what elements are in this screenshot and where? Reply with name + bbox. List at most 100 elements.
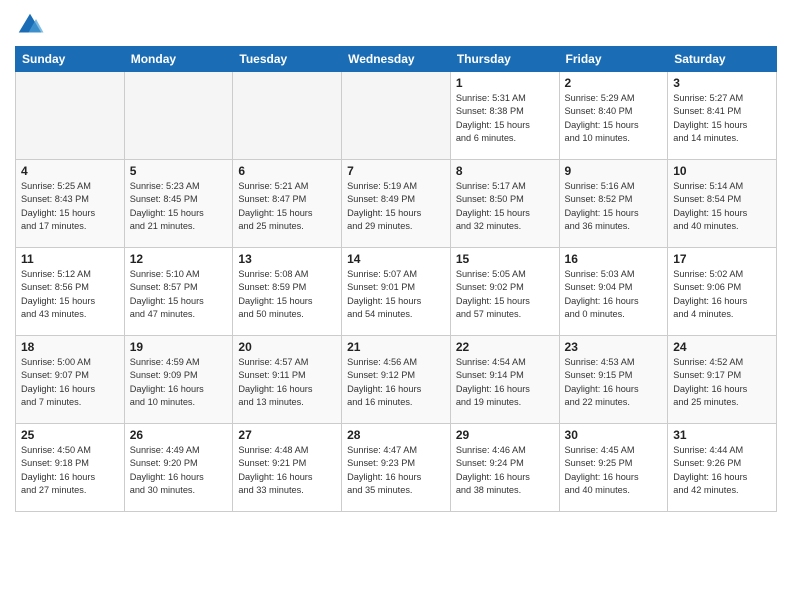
calendar-cell: 20 Sunrise: 4:57 AM Sunset: 9:11 PM Dayli… bbox=[233, 336, 342, 424]
day-detail: Sunrise: 5:10 AM Sunset: 8:57 PM Dayligh… bbox=[130, 268, 228, 321]
calendar-cell: 15 Sunrise: 5:05 AM Sunset: 9:02 PM Dayli… bbox=[450, 248, 559, 336]
day-detail: Sunrise: 5:00 AM Sunset: 9:07 PM Dayligh… bbox=[21, 356, 119, 409]
day-number: 6 bbox=[238, 164, 336, 178]
day-number: 2 bbox=[565, 76, 663, 90]
day-number: 9 bbox=[565, 164, 663, 178]
day-number: 27 bbox=[238, 428, 336, 442]
day-detail: Sunrise: 5:23 AM Sunset: 8:45 PM Dayligh… bbox=[130, 180, 228, 233]
day-number: 15 bbox=[456, 252, 554, 266]
calendar-weekday-tuesday: Tuesday bbox=[233, 47, 342, 72]
day-number: 19 bbox=[130, 340, 228, 354]
calendar-weekday-thursday: Thursday bbox=[450, 47, 559, 72]
calendar-table: SundayMondayTuesdayWednesdayThursdayFrid… bbox=[15, 46, 777, 512]
calendar-cell bbox=[16, 72, 125, 160]
day-number: 17 bbox=[673, 252, 771, 266]
day-number: 29 bbox=[456, 428, 554, 442]
calendar-weekday-wednesday: Wednesday bbox=[342, 47, 451, 72]
day-number: 25 bbox=[21, 428, 119, 442]
calendar-week-row: 4 Sunrise: 5:25 AM Sunset: 8:43 PM Daylig… bbox=[16, 160, 777, 248]
day-detail: Sunrise: 4:49 AM Sunset: 9:20 PM Dayligh… bbox=[130, 444, 228, 497]
calendar-cell: 29 Sunrise: 4:46 AM Sunset: 9:24 PM Dayli… bbox=[450, 424, 559, 512]
day-detail: Sunrise: 5:19 AM Sunset: 8:49 PM Dayligh… bbox=[347, 180, 445, 233]
calendar-cell: 9 Sunrise: 5:16 AM Sunset: 8:52 PM Daylig… bbox=[559, 160, 668, 248]
day-detail: Sunrise: 4:54 AM Sunset: 9:14 PM Dayligh… bbox=[456, 356, 554, 409]
calendar-cell: 16 Sunrise: 5:03 AM Sunset: 9:04 PM Dayli… bbox=[559, 248, 668, 336]
day-number: 30 bbox=[565, 428, 663, 442]
calendar-cell: 22 Sunrise: 4:54 AM Sunset: 9:14 PM Dayli… bbox=[450, 336, 559, 424]
header bbox=[15, 10, 777, 40]
day-detail: Sunrise: 4:50 AM Sunset: 9:18 PM Dayligh… bbox=[21, 444, 119, 497]
day-number: 3 bbox=[673, 76, 771, 90]
calendar-cell: 6 Sunrise: 5:21 AM Sunset: 8:47 PM Daylig… bbox=[233, 160, 342, 248]
calendar-cell: 4 Sunrise: 5:25 AM Sunset: 8:43 PM Daylig… bbox=[16, 160, 125, 248]
day-detail: Sunrise: 5:14 AM Sunset: 8:54 PM Dayligh… bbox=[673, 180, 771, 233]
calendar-cell: 21Sunrise: 4:56 AM Sunset: 9:12 PM Dayli… bbox=[342, 336, 451, 424]
day-detail: Sunrise: 4:44 AM Sunset: 9:26 PM Dayligh… bbox=[673, 444, 771, 497]
calendar-cell bbox=[124, 72, 233, 160]
day-number: 5 bbox=[130, 164, 228, 178]
day-number: 28 bbox=[347, 428, 445, 442]
calendar-cell bbox=[342, 72, 451, 160]
day-detail: Sunrise: 5:21 AM Sunset: 8:47 PM Dayligh… bbox=[238, 180, 336, 233]
calendar-week-row: 25 Sunrise: 4:50 AM Sunset: 9:18 PM Dayli… bbox=[16, 424, 777, 512]
calendar-weekday-saturday: Saturday bbox=[668, 47, 777, 72]
day-detail: Sunrise: 5:25 AM Sunset: 8:43 PM Dayligh… bbox=[21, 180, 119, 233]
day-detail: Sunrise: 4:56 AM Sunset: 9:12 PM Dayligh… bbox=[347, 356, 445, 409]
day-detail: Sunrise: 4:45 AM Sunset: 9:25 PM Dayligh… bbox=[565, 444, 663, 497]
calendar-cell: 27 Sunrise: 4:48 AM Sunset: 9:21 PM Dayli… bbox=[233, 424, 342, 512]
calendar-cell: 26 Sunrise: 4:49 AM Sunset: 9:20 PM Dayli… bbox=[124, 424, 233, 512]
day-detail: Sunrise: 5:03 AM Sunset: 9:04 PM Dayligh… bbox=[565, 268, 663, 321]
calendar-cell: 17Sunrise: 5:02 AM Sunset: 9:06 PM Dayli… bbox=[668, 248, 777, 336]
day-detail: Sunrise: 4:46 AM Sunset: 9:24 PM Dayligh… bbox=[456, 444, 554, 497]
day-number: 16 bbox=[565, 252, 663, 266]
calendar-cell: 11 Sunrise: 5:12 AM Sunset: 8:56 PM Dayli… bbox=[16, 248, 125, 336]
day-detail: Sunrise: 4:59 AM Sunset: 9:09 PM Dayligh… bbox=[130, 356, 228, 409]
calendar-cell: 1 Sunrise: 5:31 AM Sunset: 8:38 PM Daylig… bbox=[450, 72, 559, 160]
calendar-cell bbox=[233, 72, 342, 160]
day-number: 1 bbox=[456, 76, 554, 90]
calendar-week-row: 18Sunrise: 5:00 AM Sunset: 9:07 PM Dayli… bbox=[16, 336, 777, 424]
day-detail: Sunrise: 5:31 AM Sunset: 8:38 PM Dayligh… bbox=[456, 92, 554, 145]
day-detail: Sunrise: 5:29 AM Sunset: 8:40 PM Dayligh… bbox=[565, 92, 663, 145]
day-detail: Sunrise: 5:07 AM Sunset: 9:01 PM Dayligh… bbox=[347, 268, 445, 321]
calendar-cell: 10Sunrise: 5:14 AM Sunset: 8:54 PM Dayli… bbox=[668, 160, 777, 248]
day-number: 4 bbox=[21, 164, 119, 178]
calendar-cell: 25 Sunrise: 4:50 AM Sunset: 9:18 PM Dayli… bbox=[16, 424, 125, 512]
calendar-cell: 7Sunrise: 5:19 AM Sunset: 8:49 PM Daylig… bbox=[342, 160, 451, 248]
day-detail: Sunrise: 5:17 AM Sunset: 8:50 PM Dayligh… bbox=[456, 180, 554, 233]
calendar-week-row: 11 Sunrise: 5:12 AM Sunset: 8:56 PM Dayli… bbox=[16, 248, 777, 336]
calendar-header-row: SundayMondayTuesdayWednesdayThursdayFrid… bbox=[16, 47, 777, 72]
day-detail: Sunrise: 4:48 AM Sunset: 9:21 PM Dayligh… bbox=[238, 444, 336, 497]
calendar-weekday-monday: Monday bbox=[124, 47, 233, 72]
day-detail: Sunrise: 4:52 AM Sunset: 9:17 PM Dayligh… bbox=[673, 356, 771, 409]
calendar-cell: 12 Sunrise: 5:10 AM Sunset: 8:57 PM Dayli… bbox=[124, 248, 233, 336]
day-number: 26 bbox=[130, 428, 228, 442]
calendar-cell: 3 Sunrise: 5:27 AM Sunset: 8:41 PM Daylig… bbox=[668, 72, 777, 160]
calendar-cell: 14 Sunrise: 5:07 AM Sunset: 9:01 PM Dayli… bbox=[342, 248, 451, 336]
day-number: 8 bbox=[456, 164, 554, 178]
day-number: 31 bbox=[673, 428, 771, 442]
calendar-weekday-friday: Friday bbox=[559, 47, 668, 72]
day-number: 22 bbox=[456, 340, 554, 354]
calendar-cell: 2 Sunrise: 5:29 AM Sunset: 8:40 PM Daylig… bbox=[559, 72, 668, 160]
day-detail: Sunrise: 4:53 AM Sunset: 9:15 PM Dayligh… bbox=[565, 356, 663, 409]
calendar-cell: 8 Sunrise: 5:17 AM Sunset: 8:50 PM Daylig… bbox=[450, 160, 559, 248]
day-detail: Sunrise: 5:27 AM Sunset: 8:41 PM Dayligh… bbox=[673, 92, 771, 145]
logo bbox=[15, 10, 49, 40]
day-number: 11 bbox=[21, 252, 119, 266]
day-detail: Sunrise: 5:16 AM Sunset: 8:52 PM Dayligh… bbox=[565, 180, 663, 233]
day-number: 14 bbox=[347, 252, 445, 266]
logo-icon bbox=[15, 10, 45, 40]
day-detail: Sunrise: 5:05 AM Sunset: 9:02 PM Dayligh… bbox=[456, 268, 554, 321]
calendar-cell: 5 Sunrise: 5:23 AM Sunset: 8:45 PM Daylig… bbox=[124, 160, 233, 248]
calendar-cell: 24Sunrise: 4:52 AM Sunset: 9:17 PM Dayli… bbox=[668, 336, 777, 424]
day-detail: Sunrise: 5:12 AM Sunset: 8:56 PM Dayligh… bbox=[21, 268, 119, 321]
calendar-cell: 19 Sunrise: 4:59 AM Sunset: 9:09 PM Dayli… bbox=[124, 336, 233, 424]
day-number: 20 bbox=[238, 340, 336, 354]
day-number: 13 bbox=[238, 252, 336, 266]
day-detail: Sunrise: 4:47 AM Sunset: 9:23 PM Dayligh… bbox=[347, 444, 445, 497]
calendar-cell: 28 Sunrise: 4:47 AM Sunset: 9:23 PM Dayli… bbox=[342, 424, 451, 512]
day-number: 12 bbox=[130, 252, 228, 266]
calendar-cell: 30 Sunrise: 4:45 AM Sunset: 9:25 PM Dayli… bbox=[559, 424, 668, 512]
day-detail: Sunrise: 4:57 AM Sunset: 9:11 PM Dayligh… bbox=[238, 356, 336, 409]
